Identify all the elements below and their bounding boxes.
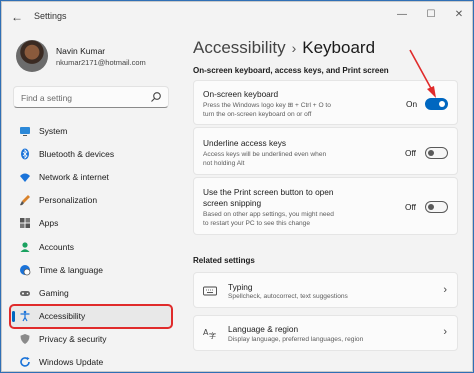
- setting-description: Based on other app settings, you might n…: [203, 211, 334, 218]
- underline-access-keys-toggle[interactable]: [425, 147, 448, 159]
- bluetooth-icon: [21, 148, 29, 160]
- setting-card-underline-access-keys[interactable]: Underline access keys Access keys will b…: [193, 127, 458, 175]
- sidebar-item-personalization[interactable]: Personalization: [10, 189, 172, 212]
- title-bar: ← Settings — ☐ ✕: [2, 2, 472, 32]
- apps-icon: [20, 218, 30, 229]
- related-item-description: Spellcheck, autocorrect, text suggestion…: [228, 293, 348, 300]
- toggle-state-label: On: [406, 99, 418, 109]
- minimize-icon[interactable]: —: [394, 8, 410, 22]
- sidebar-item-system[interactable]: System: [10, 119, 172, 142]
- sidebar-item-accessibility[interactable]: Accessibility: [9, 303, 173, 329]
- chevron-right-icon: ›: [443, 284, 447, 296]
- section-title: On-screen keyboard, access keys, and Pri…: [193, 66, 389, 75]
- sidebar-item-label: Accessibility: [39, 311, 86, 322]
- person-icon: [20, 241, 30, 252]
- related-item-title: Typing: [228, 282, 253, 292]
- chevron-right-icon: ›: [291, 40, 297, 56]
- update-icon: [20, 357, 30, 368]
- close-icon[interactable]: ✕: [451, 8, 467, 22]
- monitor-icon: [20, 126, 30, 136]
- sidebar-item-label: Accounts: [39, 241, 74, 252]
- search-placeholder: Find a setting: [21, 93, 73, 103]
- setting-title: Underline access keys: [203, 138, 287, 148]
- toggle-knob: [428, 150, 434, 156]
- related-item-title: Language & region: [228, 324, 299, 334]
- sidebar-item-label: Gaming: [39, 287, 69, 298]
- setting-title: On-screen keyboard: [203, 89, 279, 99]
- sidebar-item-windows-update[interactable]: Windows Update: [10, 351, 172, 371]
- page-title: Keyboard: [302, 38, 376, 57]
- search-input[interactable]: Find a setting: [13, 86, 169, 108]
- sidebar-nav: System Bluetooth & devices Network & int…: [9, 119, 173, 371]
- setting-card-on-screen-keyboard[interactable]: On-screen keyboard Press the Windows log…: [193, 80, 458, 125]
- sidebar-item-label: Time & language: [39, 264, 103, 275]
- arrow-left-icon[interactable]: ←: [10, 10, 24, 24]
- print-screen-toggle[interactable]: [425, 201, 448, 213]
- user-email: nkumar2171@hotmail.com: [56, 58, 146, 67]
- chevron-right-icon: ›: [443, 326, 447, 338]
- gamepad-icon: [20, 290, 30, 296]
- toggle-state-label: Off: [405, 202, 416, 212]
- related-item-language-region[interactable]: A字 Language & region Display language, p…: [193, 315, 458, 351]
- wifi-icon: [20, 173, 30, 182]
- setting-title: Use the Print screen button to open: [203, 187, 334, 197]
- toggle-knob: [428, 204, 434, 210]
- related-item-description: Display language, preferred languages, r…: [228, 336, 364, 343]
- language-icon: A字: [203, 328, 216, 339]
- search-icon[interactable]: [150, 91, 162, 103]
- sidebar-item-time-language[interactable]: Time & language: [10, 258, 172, 281]
- sidebar-item-label: Bluetooth & devices: [39, 148, 115, 159]
- on-screen-keyboard-toggle[interactable]: [425, 98, 448, 110]
- app-title: Settings: [34, 11, 67, 21]
- setting-title: screen snipping: [203, 198, 262, 208]
- setting-description: Access keys will be underlined even when: [203, 151, 327, 158]
- setting-description: turn the on-screen keyboard on or off: [203, 111, 312, 118]
- shield-icon: [20, 334, 30, 345]
- sidebar-item-label: Network & internet: [39, 171, 109, 182]
- svg-text:字: 字: [209, 331, 216, 339]
- sidebar-item-apps[interactable]: Apps: [10, 212, 172, 235]
- toggle-knob: [439, 101, 445, 107]
- sidebar-item-privacy[interactable]: Privacy & security: [10, 328, 172, 351]
- setting-description: to restart your PC to see this change: [203, 220, 311, 227]
- accessibility-icon: [20, 310, 30, 322]
- setting-card-print-screen[interactable]: Use the Print screen button to open scre…: [193, 177, 458, 235]
- setting-description: Press the Windows logo key ⊞ + Ctrl + O …: [203, 102, 331, 109]
- breadcrumb-parent[interactable]: Accessibility: [193, 38, 286, 57]
- avatar[interactable]: [16, 40, 48, 72]
- sidebar-item-label: Privacy & security: [39, 334, 107, 345]
- keyboard-icon: [203, 286, 217, 296]
- setting-description: not holding Alt: [203, 160, 245, 167]
- settings-window: ← Settings — ☐ ✕ Navin Kumar nkumar2171@…: [1, 1, 473, 372]
- globe-clock-icon: [20, 264, 31, 276]
- related-settings-title: Related settings: [193, 256, 255, 265]
- sidebar-item-label: Windows Update: [39, 357, 104, 368]
- sidebar-item-label: Apps: [39, 218, 59, 229]
- user-name: Navin Kumar: [56, 46, 106, 56]
- sidebar-item-accounts[interactable]: Accounts: [10, 235, 172, 258]
- sidebar-item-bluetooth[interactable]: Bluetooth & devices: [10, 142, 172, 165]
- sidebar-item-network[interactable]: Network & internet: [10, 165, 172, 188]
- toggle-state-label: Off: [405, 148, 416, 158]
- maximize-icon[interactable]: ☐: [423, 8, 439, 22]
- breadcrumb: Accessibility › Keyboard: [193, 38, 375, 58]
- sidebar-item-label: Personalization: [39, 195, 98, 206]
- related-item-typing[interactable]: Typing Spellcheck, autocorrect, text sug…: [193, 272, 458, 308]
- sidebar-item-label: System: [39, 125, 68, 136]
- brush-icon: [20, 195, 30, 206]
- sidebar-item-gaming[interactable]: Gaming: [10, 281, 172, 304]
